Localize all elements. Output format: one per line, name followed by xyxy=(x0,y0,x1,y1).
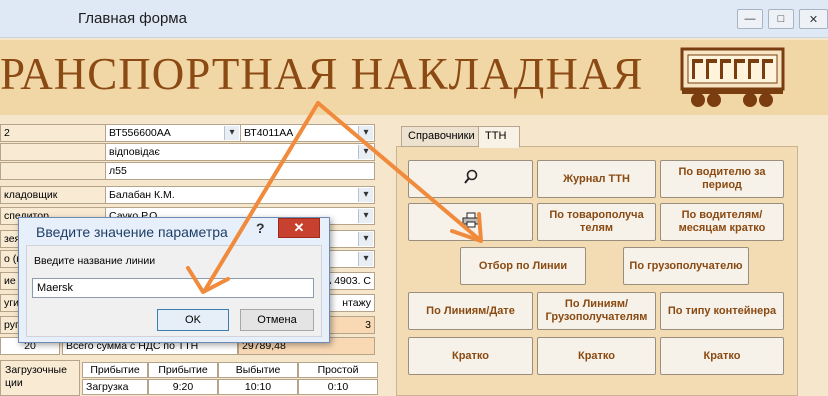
line-name-label: Введите название линии xyxy=(34,255,156,267)
tab-ttn[interactable]: ТТН xyxy=(478,126,520,148)
close-window-button[interactable]: ✕ xyxy=(799,9,828,29)
field-label-2 xyxy=(0,143,106,161)
maximize-button[interactable]: □ xyxy=(768,9,794,29)
vehicle-combo[interactable]: ВТ556600АА xyxy=(105,124,241,142)
header-arrival-1: Прибытие xyxy=(82,362,148,378)
dialog-close-button[interactable]: ✕ xyxy=(278,218,320,238)
by-driver-button[interactable]: По водителю за период xyxy=(660,160,784,198)
search-icon xyxy=(463,169,479,189)
cell-departure[interactable]: 10:10 xyxy=(218,379,298,395)
drivers-months-button[interactable]: По водителям/ месяцам кратко xyxy=(660,203,784,241)
header-idle: Простой xyxy=(298,362,378,378)
ok-button[interactable]: OK xyxy=(157,309,229,331)
loading-label-line2: ции xyxy=(5,377,23,389)
journal-ttn-button[interactable]: Журнал ТТН xyxy=(537,160,656,198)
line-name-input[interactable] xyxy=(32,278,314,298)
short-button-2[interactable]: Кратко xyxy=(537,337,656,375)
banner-title: РАНСПОРТНАЯ НАКЛАДНАЯ xyxy=(0,49,644,99)
storekeeper-combo[interactable]: Балабан К.М. xyxy=(105,186,375,204)
short-button-1[interactable]: Кратко xyxy=(408,337,533,375)
lines-date-button[interactable]: По Линиям/Дате xyxy=(408,292,533,330)
container-type-button[interactable]: По типу контейнера xyxy=(660,292,784,330)
field-label-1: 2 xyxy=(0,124,106,142)
header-departure: Выбытие xyxy=(218,362,298,378)
cell-idle[interactable]: 0:10 xyxy=(298,379,378,395)
minimize-button[interactable]: — xyxy=(737,9,763,29)
tab-references[interactable]: Справочники xyxy=(401,126,479,147)
help-icon[interactable]: ? xyxy=(256,220,265,236)
lines-consignees-button[interactable]: По Линиям/ Грузополучателям xyxy=(537,292,656,330)
status-combo[interactable]: відповідає xyxy=(105,143,375,161)
print-button[interactable] xyxy=(408,203,533,241)
select-by-line-button[interactable]: Отбор по Линии xyxy=(460,247,586,285)
loading-label-line1: Загрузочные xyxy=(5,364,67,376)
by-consignee-button[interactable]: По товарополуча телям xyxy=(537,203,656,241)
loading-section-label: Загрузочные ции xyxy=(0,360,80,396)
short-button-3[interactable]: Кратко xyxy=(660,337,784,375)
field-label-3 xyxy=(0,162,106,180)
cell-arrival[interactable]: 9:20 xyxy=(148,379,218,395)
window-title: Главная форма xyxy=(78,10,187,27)
field-label-storekeeper: кладовщик xyxy=(0,186,106,204)
printer-icon xyxy=(462,212,480,232)
dialog-title: Введите значение параметра xyxy=(36,224,228,240)
cancel-button[interactable]: Отмена xyxy=(240,309,314,331)
row-label-loading: Загрузка xyxy=(82,379,148,395)
wagon-logo-icon xyxy=(680,47,785,109)
header-arrival-2: Прибытие xyxy=(148,362,218,378)
code-field[interactable]: л55 xyxy=(105,162,375,180)
by-consignee-2-button[interactable]: По грузополучателю xyxy=(623,247,749,285)
trailer-combo[interactable]: ВТ4011АА xyxy=(240,124,375,142)
search-button[interactable] xyxy=(408,160,533,198)
